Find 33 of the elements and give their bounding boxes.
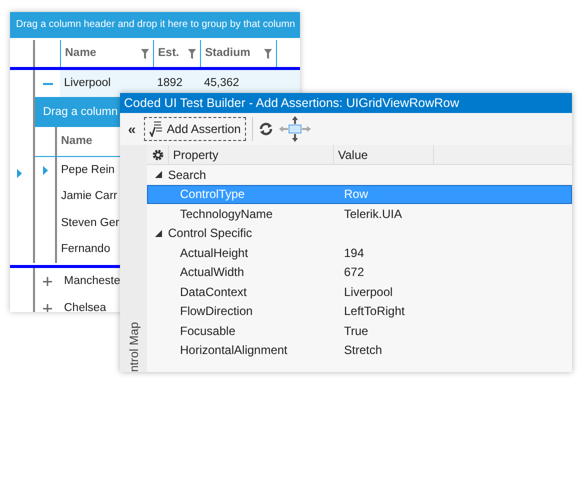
- assertion-icon: [148, 121, 163, 137]
- plus-icon[interactable]: [43, 304, 52, 312]
- property-row[interactable]: Focusable True: [147, 321, 572, 340]
- property-row[interactable]: TechnologyName Telerik.UIA: [147, 204, 572, 224]
- filter-icon[interactable]: [188, 48, 196, 58]
- table-cell-text: Steven Ger: [60, 216, 120, 231]
- settings-icon[interactable]: [152, 148, 164, 160]
- filter-icon[interactable]: [141, 48, 149, 58]
- plus-icon[interactable]: [43, 277, 52, 286]
- filter-icon[interactable]: [264, 48, 272, 58]
- property-row[interactable]: ActualWidth 672: [147, 262, 572, 282]
- group-label: Search: [168, 166, 206, 184]
- table-cell-text: Mancheste: [63, 274, 122, 289]
- move-icon[interactable]: [278, 116, 311, 142]
- group-panel: Drag a column header and drop it here to group by that column: [10, 12, 300, 38]
- column-header[interactable]: Value: [334, 145, 434, 164]
- refresh-icon[interactable]: [258, 122, 273, 136]
- collapse-triangle-icon[interactable]: [155, 171, 162, 178]
- property-row[interactable]: ActualHeight 194: [147, 243, 572, 262]
- table-cell-text: Fernando: [60, 242, 112, 258]
- table-cell-text: Jamie Carr: [60, 189, 118, 204]
- property-row[interactable]: HorizontalAlignment Stretch: [147, 340, 572, 360]
- collapse-triangle-icon[interactable]: [155, 230, 162, 237]
- column-header[interactable]: Property: [169, 145, 334, 164]
- group-label: Control Specific: [168, 225, 252, 242]
- table-cell: Liverpool: [60, 70, 153, 97]
- property-row[interactable]: DataContext Liverpool: [147, 282, 572, 302]
- add-assertion-button[interactable]: Add Assertion: [144, 117, 246, 141]
- table-cell-text: Pepe Rein: [60, 162, 116, 178]
- window-title: Coded UI Test Builder - Add Assertions: UIGridViewRowRow: [120, 93, 572, 113]
- table-cell-text: Chelsea: [63, 300, 108, 312]
- property-row[interactable]: FlowDirection LeftToRight: [147, 302, 572, 321]
- side-tab[interactable]: ntrol Map: [124, 322, 142, 372]
